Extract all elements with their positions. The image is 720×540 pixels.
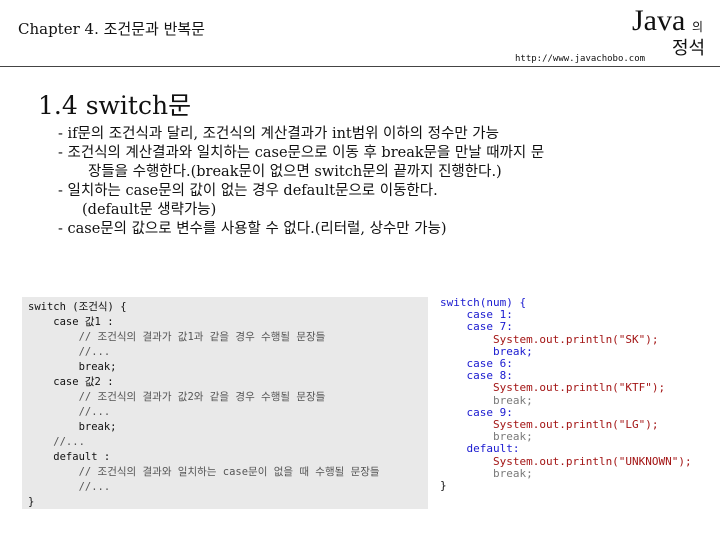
switch-syntax-code: switch (조건식) { case 값1 : // 조건식의 결과가 값1과…: [22, 297, 428, 509]
site-url: http://www.javachobo.com: [515, 54, 646, 64]
bullet-3: - 일치하는 case문의 값이 없는 경우 default문으로 이동한다.: [58, 183, 438, 199]
code-line: }: [28, 496, 35, 508]
code-line: break;: [440, 466, 533, 480]
bullet-1: - if문의 조건식과 달리, 조건식의 계산결과가 int범위 이하의 정수만…: [58, 126, 499, 142]
bullet-2-cont: 장들을 수행한다.(break문이 없으면 switch문의 끝까지 진행한다.…: [88, 164, 502, 180]
code-line: default:: [440, 442, 520, 456]
code-line: // 조건식의 결과가 값1과 같을 경우 수행될 문장들: [28, 331, 326, 343]
code-line: break;: [440, 393, 533, 407]
code-line: System.out.println("UNKNOWN");: [440, 454, 692, 468]
bullet-2: - 조건식의 계산결과와 일치하는 case문으로 이동 후 break문을 만…: [58, 145, 545, 161]
header-divider: [0, 66, 720, 67]
code-line: default :: [28, 451, 111, 463]
java-ui-text: 의: [692, 20, 704, 34]
slide-title: 1.4 switch문: [38, 91, 192, 120]
code-line: //...: [28, 436, 85, 448]
code-line: break;: [28, 421, 117, 433]
code-line: case 값1 :: [28, 316, 114, 328]
code-line: System.out.println("SK");: [440, 332, 659, 346]
code-line: case 값2 :: [28, 376, 114, 388]
code-line: break;: [28, 361, 117, 373]
code-line: case 7:: [440, 320, 513, 334]
switch-example-code: switch(num) { case 1: case 7: System.out…: [440, 296, 710, 519]
code-line: // 조건식의 결과와 일치하는 case문이 없을 때 수행될 문장들: [28, 466, 380, 478]
code-line: }: [440, 479, 447, 493]
code-line: //...: [28, 346, 111, 358]
java-jeongseok-text: 정석: [672, 38, 706, 59]
code-line: switch (조건식) {: [28, 301, 127, 313]
code-line: //...: [28, 481, 111, 493]
code-line: //...: [28, 406, 111, 418]
code-line: System.out.println("KTF");: [440, 381, 666, 395]
code-line: // 조건식의 결과가 값2와 같을 경우 수행될 문장들: [28, 391, 326, 403]
java-logo-text: Java: [632, 4, 686, 37]
chapter-header: Chapter 4. 조건문과 반복문: [18, 20, 205, 38]
bullet-4: - case문의 값으로 변수를 사용할 수 없다.(리터럴, 상수만 가능): [58, 221, 447, 237]
bullet-3-cont: (default문 생략가능): [82, 202, 217, 218]
bullet-list: - if문의 조건식과 달리, 조건식의 계산결과가 int범위 이하의 정수만…: [58, 125, 718, 239]
